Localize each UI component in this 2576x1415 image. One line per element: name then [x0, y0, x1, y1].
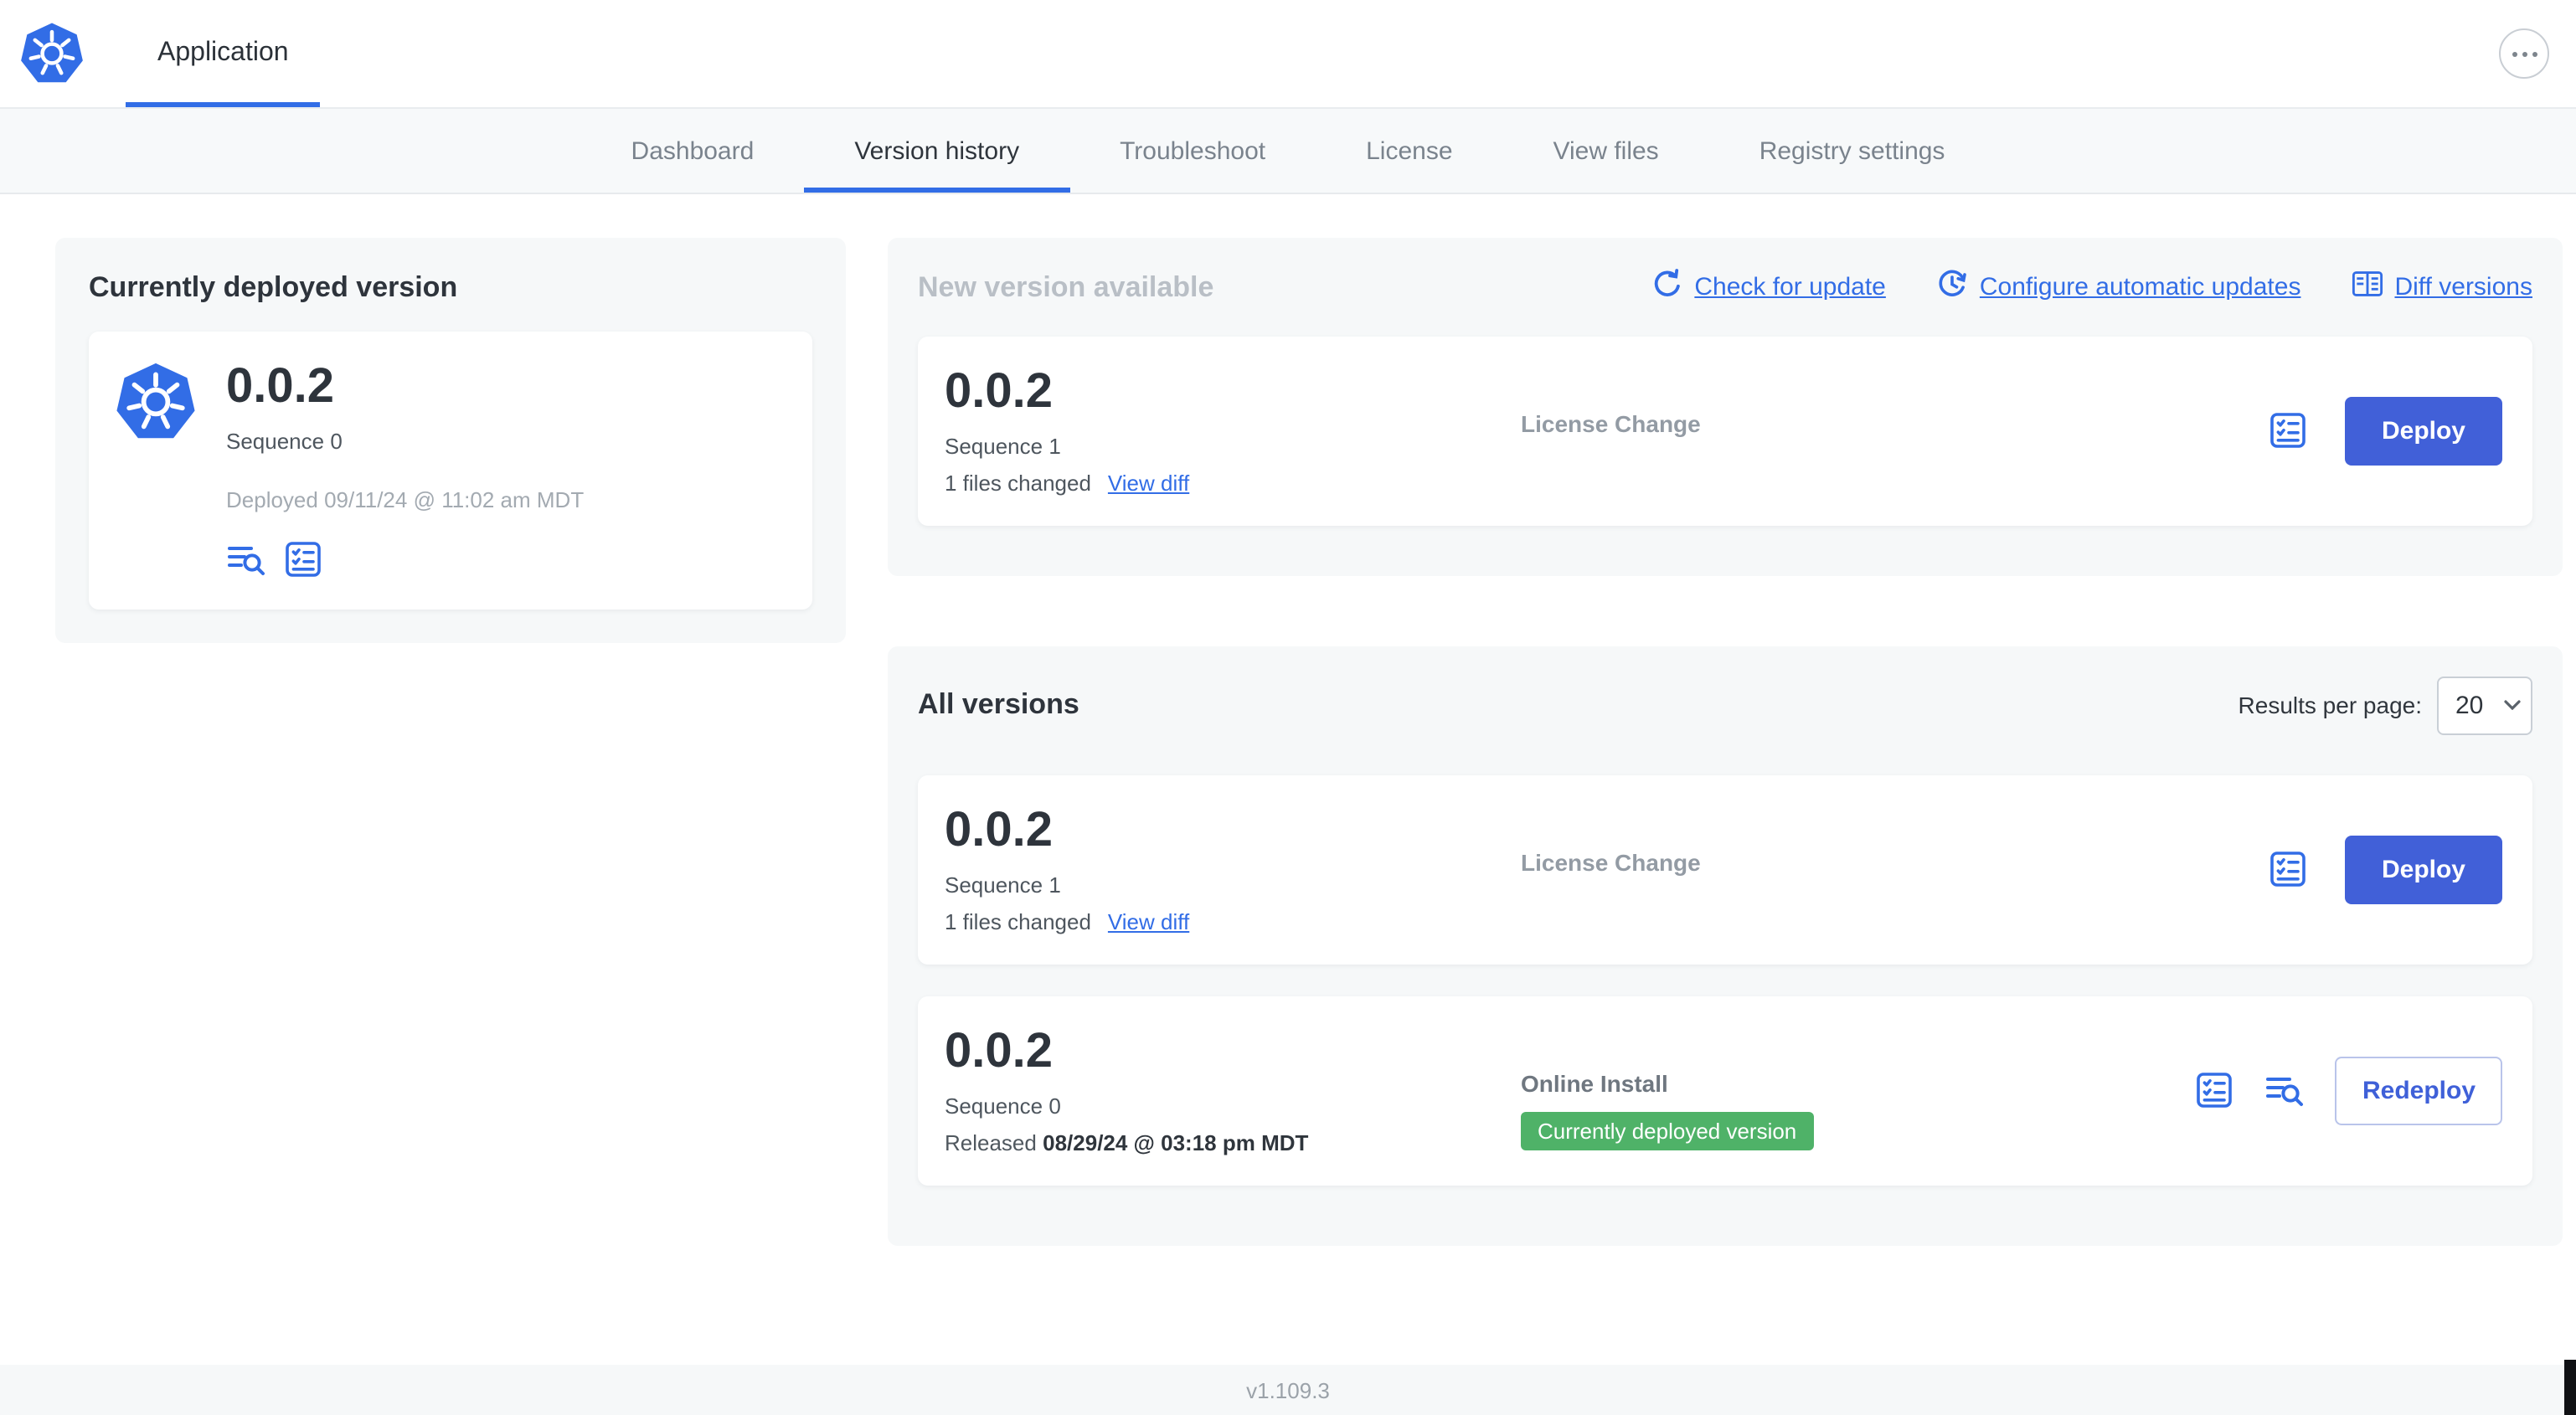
release-notes-icon[interactable]: [2268, 411, 2308, 451]
view-diff-link[interactable]: View diff: [1108, 909, 1189, 934]
all-versions-panel: All versions Results per page: 20 0.0.2 …: [888, 646, 2563, 1246]
deploy-button[interactable]: Deploy: [2344, 835, 2502, 904]
deployed-sequence: Sequence 0: [226, 428, 343, 454]
tab-version-history[interactable]: Version history: [804, 109, 1069, 193]
kubernetes-logo-icon: [20, 20, 84, 87]
results-per-page-select[interactable]: 20: [2437, 676, 2532, 735]
deploy-button[interactable]: Deploy: [2344, 396, 2502, 466]
all-versions-title: All versions: [918, 688, 1079, 721]
diff-versions-link[interactable]: Diff versions: [2351, 268, 2532, 306]
configure-automatic-updates-link[interactable]: Configure automatic updates: [1936, 268, 2300, 306]
redeploy-button[interactable]: Redeploy: [2335, 1056, 2502, 1125]
version-number: 0.0.2: [945, 1024, 1053, 1078]
top-header: Application: [0, 0, 2576, 107]
version-row: 0.0.2 Sequence 1 1 files changed View di…: [918, 774, 2532, 965]
tab-license[interactable]: License: [1316, 109, 1502, 193]
version-number: 0.0.2: [945, 803, 1053, 857]
released-timestamp: Released 08/29/24 @ 03:18 pm MDT: [945, 1129, 1309, 1155]
version-sequence: Sequence 1: [945, 433, 1061, 459]
scrollbar-artifact: [2564, 1360, 2576, 1415]
release-notes-icon[interactable]: [2268, 850, 2308, 890]
version-source: Online Install: [1521, 1069, 1668, 1097]
schedule-icon: [1936, 268, 1968, 306]
version-source: License Change: [1521, 410, 1701, 437]
new-version-card: 0.0.2 Sequence 1 1 files changed View di…: [918, 337, 2532, 526]
kubernetes-app-icon: [116, 362, 196, 445]
app-subnav: Dashboard Version history Troubleshoot L…: [0, 107, 2576, 194]
check-for-update-link[interactable]: Check for update: [1651, 268, 1886, 306]
main-content: Currently deployed version 0.0.2 Sequenc…: [0, 194, 2576, 1368]
currently-deployed-panel: Currently deployed version 0.0.2 Sequenc…: [55, 238, 846, 643]
refresh-icon: [1651, 268, 1682, 306]
files-changed-text: 1 files changed: [945, 470, 1091, 496]
version-row: 0.0.2 Sequence 0 Released 08/29/24 @ 03:…: [918, 996, 2532, 1186]
tab-registry-settings[interactable]: Registry settings: [1709, 109, 1996, 193]
ellipsis-icon: [2512, 51, 2517, 56]
logs-icon[interactable]: [2265, 1070, 2306, 1110]
app-tab-label: Application: [157, 39, 289, 67]
console-version: v1.109.3: [1246, 1377, 1330, 1402]
right-column: New version available Check for update C…: [888, 238, 2563, 1246]
version-source: License Change: [1521, 848, 1701, 876]
footer: v1.109.3: [0, 1365, 2576, 1415]
version-sequence: Sequence 1: [945, 872, 1061, 898]
currently-deployed-badge: Currently deployed version: [1521, 1111, 1814, 1150]
deployed-timestamp: Deployed 09/11/24 @ 11:02 am MDT: [226, 486, 585, 512]
results-per-page-label: Results per page:: [2238, 692, 2422, 719]
release-notes-icon[interactable]: [2195, 1070, 2235, 1110]
logs-icon[interactable]: [226, 539, 266, 579]
deployed-version-card: 0.0.2 Sequence 0 Deployed 09/11/24 @ 11:…: [89, 332, 812, 610]
new-version-title: New version available: [918, 270, 1214, 302]
deployed-panel-title: Currently deployed version: [89, 271, 458, 303]
deployed-version-number: 0.0.2: [226, 360, 334, 414]
version-number: 0.0.2: [945, 365, 1053, 419]
tab-troubleshoot[interactable]: Troubleshoot: [1069, 109, 1316, 193]
view-diff-link[interactable]: View diff: [1108, 471, 1189, 496]
app-tab[interactable]: Application: [126, 0, 321, 107]
tab-view-files[interactable]: View files: [1503, 109, 1709, 193]
more-options-button[interactable]: [2499, 28, 2549, 79]
version-sequence: Sequence 0: [945, 1093, 1061, 1119]
files-changed-text: 1 files changed: [945, 908, 1091, 934]
diff-icon: [2351, 268, 2383, 306]
new-version-panel: New version available Check for update C…: [888, 238, 2563, 576]
kots-admin-console: Application Dashboard Version history Tr…: [0, 0, 2576, 1415]
release-notes-icon[interactable]: [283, 539, 323, 579]
tab-dashboard[interactable]: Dashboard: [581, 109, 805, 193]
